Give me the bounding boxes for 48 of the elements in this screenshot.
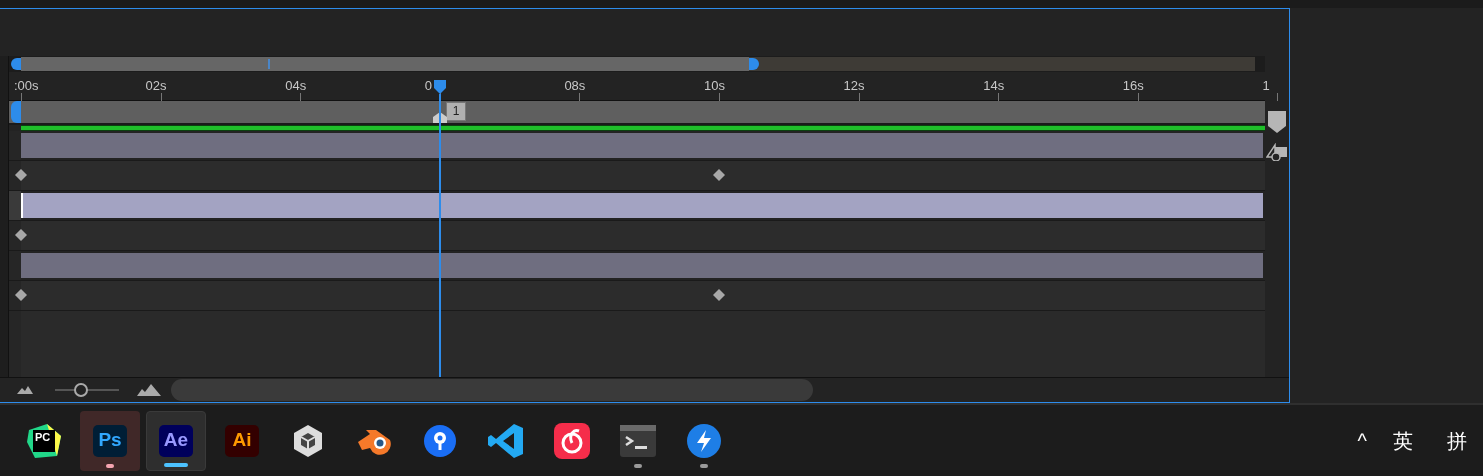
taskbar-app[interactable]: Ae — [146, 410, 206, 471]
work-area-handle[interactable] — [11, 100, 21, 123]
time-label: 12s — [843, 76, 865, 95]
layer-bar[interactable] — [21, 132, 1263, 158]
time-label: 10s — [704, 76, 725, 95]
time-label: :00s — [14, 76, 39, 95]
shapes-icon[interactable] — [1266, 142, 1288, 161]
taskbar-app[interactable]: PC — [14, 410, 74, 471]
ime-indicator[interactable]: 拼 — [1447, 425, 1467, 456]
layer-bar[interactable] — [21, 252, 1263, 278]
cube-icon — [292, 423, 324, 458]
zoom-slider[interactable] — [55, 383, 119, 398]
time-label: 14s — [983, 76, 1005, 95]
taskbar-app[interactable]: Ps — [80, 410, 140, 471]
keyframe-icon[interactable] — [713, 288, 725, 301]
zoom-out-icon[interactable] — [17, 386, 33, 395]
code-editor-icon — [488, 422, 524, 459]
playhead-handle[interactable] — [433, 79, 446, 94]
time-label: 02s — [145, 76, 167, 95]
layer-bar[interactable] — [21, 192, 1263, 218]
taskbar-app[interactable]: Ai — [212, 410, 272, 471]
lightning-icon — [687, 423, 721, 458]
pin-icon — [424, 424, 456, 457]
selection-gutter — [9, 190, 21, 220]
app-logo: PC — [27, 423, 61, 458]
marker-label[interactable]: 1 — [445, 101, 467, 121]
language-indicator[interactable]: 英 — [1393, 425, 1413, 456]
navigator-range[interactable] — [21, 56, 749, 71]
time-label: 1 — [1262, 76, 1270, 95]
tray-chevron[interactable]: ^ — [1357, 425, 1367, 456]
app-logo: Ae — [159, 424, 193, 457]
navigator-marker — [268, 58, 270, 69]
time-label: 04s — [285, 76, 307, 95]
keyframe-icon[interactable] — [713, 168, 725, 181]
time-label: 16s — [1122, 76, 1144, 95]
navigator-handle[interactable] — [749, 57, 759, 70]
app-logo: Ps — [93, 424, 127, 457]
terminal-icon — [620, 424, 656, 457]
keyframe-icon[interactable] — [15, 288, 27, 301]
app-logo: Ai — [225, 424, 259, 457]
navigator-handle[interactable] — [11, 57, 21, 70]
time-label: 08s — [564, 76, 586, 95]
keyframe-icon[interactable] — [15, 168, 27, 181]
scrollbar[interactable] — [171, 379, 813, 402]
zoom-in-icon[interactable] — [137, 384, 161, 397]
time-label: 0 — [424, 76, 433, 95]
marker-icon[interactable] — [1268, 110, 1286, 133]
keyframe-icon[interactable] — [15, 228, 27, 241]
